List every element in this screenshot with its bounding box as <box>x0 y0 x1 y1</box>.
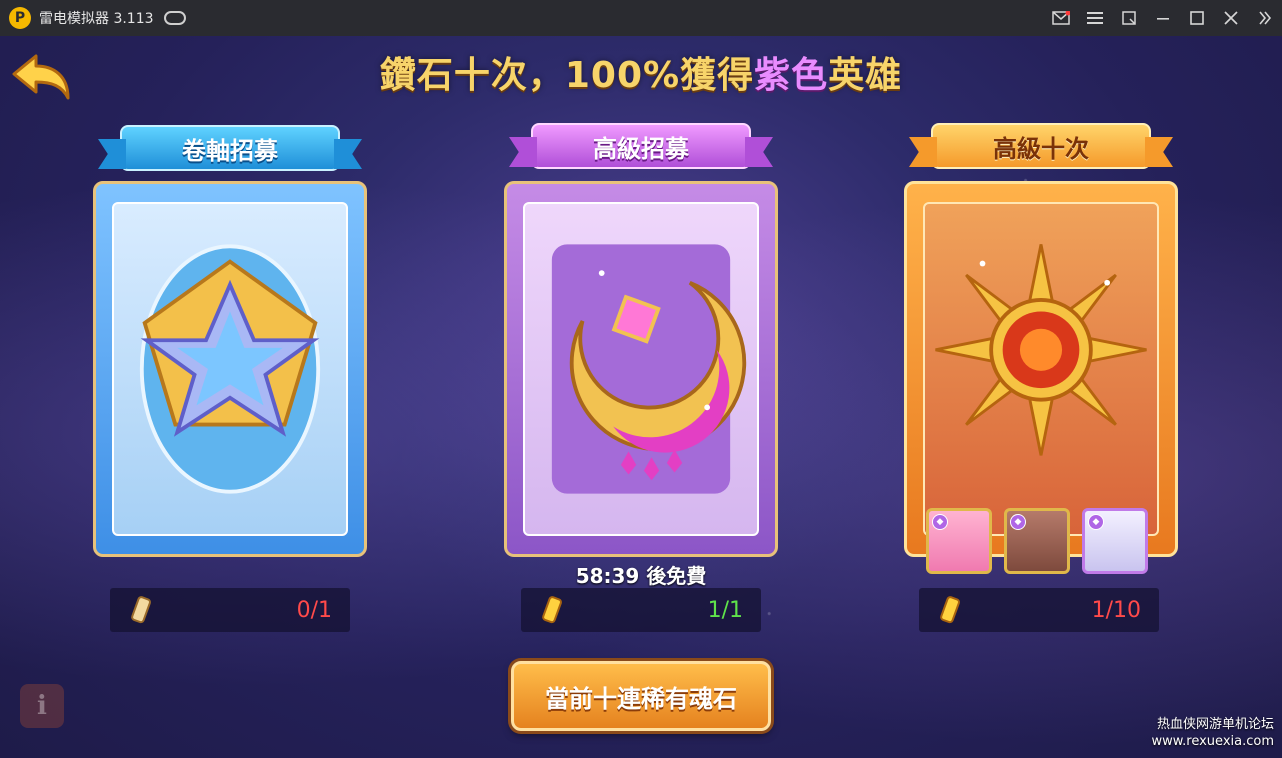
promo-headline: 鑽石十次，100%獲得紫色英雄 <box>0 46 1282 98</box>
restore-window-icon[interactable] <box>1112 0 1146 36</box>
gold-scroll-icon <box>542 596 562 624</box>
headline-purple-text: 紫色 <box>754 55 829 96</box>
window-title: 雷电模拟器 3.113 <box>39 11 154 27</box>
scroll-recruit-cost-value: 0/1 <box>296 597 332 623</box>
info-icon[interactable]: i <box>20 684 64 728</box>
hero-portrait-brown[interactable]: ◆ <box>1004 508 1070 574</box>
ten-pull-soul-stone-button[interactable]: 當前十連稀有魂石 <box>511 661 771 731</box>
advanced-recruit-cost-value: 1/1 <box>707 597 743 623</box>
watermark-line-1: 热血侠网游单机论坛 <box>1156 717 1274 732</box>
advanced-recruit-banner: 高級招募 <box>531 123 751 169</box>
window-controls <box>1044 0 1282 36</box>
headline-text-1: 鑽石十次，100%獲得 <box>379 55 755 96</box>
advanced-ten-card[interactable] <box>904 181 1178 557</box>
hero-preview-row: ◆ ◆ ◆ <box>926 508 1148 574</box>
scroll-icon <box>131 596 151 624</box>
mail-icon[interactable] <box>1044 0 1078 36</box>
advanced-recruit-title: 高級招募 <box>593 134 689 163</box>
card-inner-frame <box>923 202 1159 536</box>
sun-gem-icon <box>935 244 1147 456</box>
headline-text-2: 英雄 <box>828 55 903 96</box>
purple-rank-badge-icon: ◆ <box>932 514 948 530</box>
emulator-title-bar: P 雷电模拟器 3.113 <box>0 0 1282 36</box>
gold-scroll-icon <box>940 596 960 624</box>
close-icon[interactable] <box>1214 0 1248 36</box>
star-emblem-icon <box>139 244 321 494</box>
advanced-recruit-cost: 1/1 <box>521 588 761 632</box>
minimize-icon[interactable] <box>1146 0 1180 36</box>
expand-icon[interactable] <box>1248 0 1282 36</box>
crescent-moon-gem-icon <box>551 244 747 494</box>
advanced-ten-cost-value: 1/10 <box>1091 597 1141 623</box>
scroll-recruit-banner: 卷軸招募 <box>120 125 340 171</box>
card-inner-frame <box>112 202 348 536</box>
emulator-logo-icon: P <box>9 7 31 29</box>
hero-portrait-pink[interactable]: ◆ <box>926 508 992 574</box>
advanced-ten-banner: 高級十次 <box>931 123 1151 169</box>
purple-rank-badge-icon: ◆ <box>1010 514 1026 530</box>
scroll-recruit-card[interactable] <box>93 181 367 557</box>
card-inner-frame <box>523 202 759 536</box>
hero-portrait-white[interactable]: ◆ <box>1082 508 1148 574</box>
menu-icon[interactable] <box>1078 0 1112 36</box>
watermark-line-2: www.rexuexia.com <box>1151 734 1274 749</box>
free-timer: 58:39 後免費 <box>575 564 707 588</box>
maximize-icon[interactable] <box>1180 0 1214 36</box>
scroll-recruit-title: 卷軸招募 <box>182 136 278 165</box>
advanced-ten-title: 高級十次 <box>993 134 1089 163</box>
gamepad-icon[interactable] <box>163 11 186 25</box>
advanced-recruit-card[interactable] <box>504 181 778 557</box>
scroll-recruit-cost: 0/1 <box>110 588 350 632</box>
purple-rank-badge-icon: ◆ <box>1088 514 1104 530</box>
game-screen: 鑽石十次，100%獲得紫色英雄 卷軸招募 高級招募 高級十次 ◆ ◆ ◆ 58:… <box>0 36 1282 758</box>
site-watermark: 热血侠网游单机论坛 www.rexuexia.com <box>1151 716 1274 750</box>
advanced-ten-cost: 1/10 <box>919 588 1159 632</box>
